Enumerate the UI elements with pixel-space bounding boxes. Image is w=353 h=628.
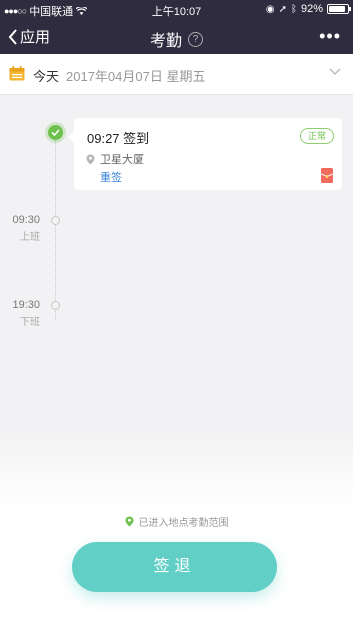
- calendar-icon: [9, 66, 25, 81]
- gift-icon[interactable]: [321, 168, 333, 183]
- today-label: 今天: [33, 69, 60, 84]
- check-icon: [48, 125, 63, 140]
- bluetooth-icon: ᛒ: [290, 3, 297, 15]
- range-tip: 已进入地点考勤范围: [0, 514, 353, 530]
- range-tip-text: 已进入地点考勤范围: [138, 518, 229, 529]
- chevron-down-icon[interactable]: [329, 68, 341, 76]
- timeline-line: [55, 140, 56, 320]
- date-text: 2017年04月07日 星期五: [66, 69, 206, 84]
- slot-label-end: 下班: [20, 317, 40, 328]
- nav-bar: 应用 考勤 ? •••: [0, 18, 353, 54]
- orientation-lock-icon: ◉: [265, 3, 275, 15]
- status-badge: 正常: [299, 128, 334, 144]
- location-arrow-icon: ➚: [278, 3, 287, 15]
- date-selector[interactable]: 今天 2017年04月07日 星期五: [0, 54, 353, 95]
- status-bar: ●●●○○ 中国联通 上午10:07 ◉ ➚ ᛒ 92%: [0, 0, 353, 18]
- battery-icon: [327, 4, 351, 14]
- help-icon[interactable]: ?: [188, 31, 203, 47]
- battery-percent: 92%: [300, 3, 323, 15]
- location-text: 卫星大厦: [100, 154, 144, 166]
- location-pin-icon: [125, 516, 133, 527]
- page-title: 考勤: [149, 33, 182, 50]
- resign-link[interactable]: 重签: [100, 169, 122, 185]
- more-icon[interactable]: •••: [319, 26, 341, 47]
- timeline-node: [51, 216, 60, 225]
- slot-time-end: 19:30: [12, 299, 40, 311]
- timeline-node: [51, 301, 60, 310]
- checkin-record-card: 09:27 签到 正常 卫星大厦 重签: [68, 118, 342, 190]
- checkout-button[interactable]: 签退: [72, 542, 277, 592]
- location-pin-icon: [86, 154, 95, 164]
- checkin-time: 09:27 签到: [87, 131, 150, 146]
- slot-label-start: 上班: [20, 232, 40, 243]
- slot-time-start: 09:30: [12, 214, 40, 226]
